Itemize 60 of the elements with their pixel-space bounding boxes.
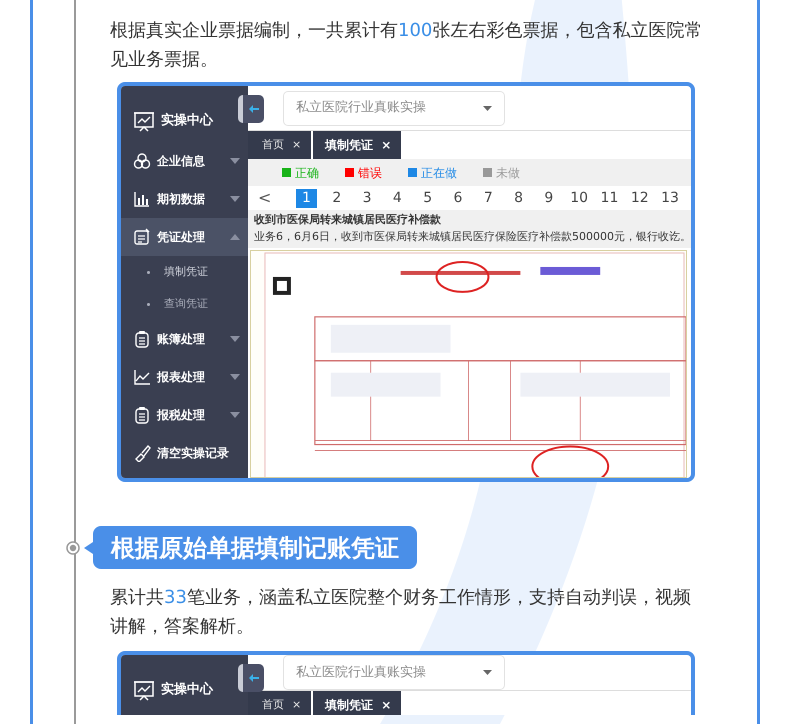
arrow-left-icon [248,105,258,113]
sidebar-item[interactable]: 期初数据 [121,180,248,218]
sidebar-title: 实操中心 [161,680,213,700]
sidebar-subitem[interactable]: 填制凭证 [121,256,248,288]
sidebar-subitem[interactable]: 查询凭证 [121,288,248,320]
collapse-button[interactable] [238,664,264,692]
page-number[interactable]: 9 [538,188,560,208]
sidebar-item[interactable]: 清空实操记录 [121,434,248,472]
people-icon [133,152,151,170]
task-title: 收到市医保局转来城镇居民医疗补偿款 [248,210,691,229]
tab[interactable]: 首页 × [248,131,314,159]
description-text: 根据真实企业票据编制，一共累计有100张左右彩色票据，包含私立医院常见业务票据。 [110,19,704,72]
page-number[interactable]: 8 [508,188,530,208]
page-number[interactable]: 6 [447,188,468,208]
tab[interactable]: 首页 × [248,691,314,715]
page-number[interactable]: 2 [326,188,348,208]
tab[interactable]: 填制凭证 × [313,691,404,715]
page-number[interactable]: 11 [598,188,620,208]
legend-label: 未做 [496,164,520,182]
caret-down-icon [483,670,492,675]
bullet-icon [147,270,150,274]
sidebar-item[interactable]: 企业信息 [121,142,248,180]
page-number[interactable]: 12 [629,188,650,208]
line-chart-icon [133,368,151,386]
legend-label: 正在做 [421,164,457,182]
task-description: 业务6，6月6日，收到市医保局转来城镇居民医疗保险医疗补偿款500000元，银行收讫。 [248,229,691,248]
brush-icon [133,444,151,462]
page-number[interactable]: 7 [478,188,499,208]
presentation-chart-icon [133,110,155,132]
presentation-chart-icon [133,679,155,701]
tab[interactable]: 填制凭证 × [313,131,404,159]
arrow-left-icon [248,674,258,682]
page-number[interactable]: 1 [296,188,317,208]
close-icon[interactable]: × [292,136,302,154]
clipboard-icon [133,406,151,424]
close-icon[interactable]: × [381,136,392,154]
sidebar-item[interactable]: 报表处理 [121,358,248,396]
page-number[interactable]: 13 [660,188,681,208]
legend-label: 错误 [358,164,382,182]
caret-down-icon [483,106,492,110]
page-number[interactable]: 4 [386,188,408,208]
page-number[interactable]: 3 [356,188,378,208]
collapse-button[interactable] [238,95,264,123]
previous-button[interactable]: < [258,186,296,210]
close-icon[interactable]: × [292,696,302,714]
bullet-icon [147,302,150,306]
page-number[interactable]: 5 [417,188,438,208]
edit-document-icon [133,228,151,246]
legend-label: 正确 [295,164,319,182]
close-icon[interactable]: × [381,696,392,714]
page-number[interactable]: 10 [568,188,590,208]
sidebar-item[interactable]: 报税处理 [121,396,248,434]
bar-chart-icon [133,190,151,208]
sidebar-item[interactable]: 账簿处理 [121,320,248,358]
sidebar-title: 实操中心 [161,112,213,130]
callout-pointer-icon [83,542,93,554]
section-heading: 根据原始单据填制记账凭证 [93,526,417,569]
clipboard-icon [133,330,151,348]
sidebar-item[interactable]: 凭证处理 [121,218,248,256]
description-text: 累计共33笔业务，涵盖私立医院整个财务工作情形，支持自动判误，视频讲解，答案解析。 [110,586,692,639]
